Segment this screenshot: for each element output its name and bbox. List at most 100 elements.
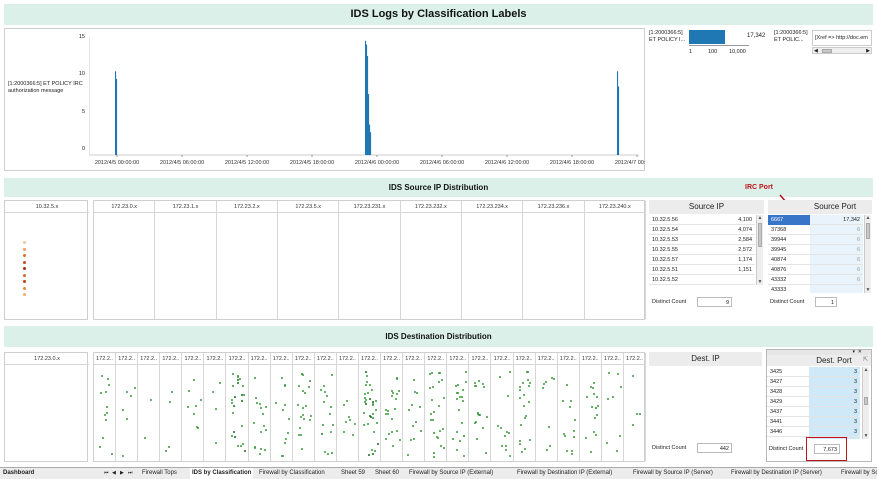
dest-port-list[interactable]: 3425 3 3427 3 3428 3 3429 3 3437 3 3441 3 3446 3 [767, 367, 860, 439]
scroll-left-icon[interactable]: ◀ [814, 48, 818, 54]
subnet-column[interactable] [271, 365, 293, 461]
subnet-column[interactable] [337, 365, 359, 461]
popout-icon[interactable]: ⇱ [863, 355, 868, 366]
subnet-column[interactable] [138, 365, 161, 461]
subnet-column[interactable] [155, 213, 217, 319]
tab-nav-icon[interactable]: ⏮ [104, 468, 109, 479]
subnet-column[interactable] [278, 213, 340, 319]
tab-nav-icon[interactable]: ⏭ [128, 468, 133, 479]
subnet-column[interactable] [447, 365, 470, 461]
tab-nav-icon[interactable]: ▶ [120, 468, 124, 479]
subnet-column[interactable] [226, 365, 249, 461]
subnet-column[interactable] [249, 365, 271, 461]
source-ip-list[interactable]: 10.32.5.56 4,100 10.32.5.54 4,074 10.32.5.53… [649, 215, 755, 285]
subnet-column[interactable] [217, 213, 278, 319]
list-item[interactable]: 3429 3 [767, 397, 860, 407]
scroll-down-icon[interactable]: ▼ [865, 287, 871, 293]
subnet-column[interactable] [491, 365, 514, 461]
dashboard-tab[interactable]: Dashboard [3, 468, 34, 479]
list-item[interactable]: 6667 17,342 [768, 215, 863, 225]
sheet-tab[interactable]: Sheet 59 [339, 468, 367, 479]
subnet-column[interactable] [94, 365, 117, 461]
subnet-column[interactable] [401, 213, 462, 319]
subnet-column[interactable] [585, 213, 646, 319]
scroll-down-icon[interactable]: ▼ [863, 433, 869, 439]
sheet-tab[interactable]: Firewall by Source IP [839, 468, 877, 479]
source-ip-scrollbar[interactable]: ▲ ▼ [756, 215, 763, 285]
list-item[interactable]: 40876 6 [768, 265, 863, 275]
subnet-column[interactable] [462, 213, 524, 319]
dest-dot [214, 408, 217, 411]
list-item[interactable]: 10.32.5.52 [649, 275, 755, 285]
subnet-column[interactable] [403, 365, 426, 461]
source-port-list[interactable]: 6667 17,342 37368 6 39944 6 39945 6 40874 6 40876 6… [768, 215, 863, 293]
dest-dot [522, 405, 525, 408]
subnet-column[interactable] [204, 365, 227, 461]
subnet-column[interactable] [339, 213, 401, 319]
subnet-column[interactable] [514, 365, 536, 461]
list-item[interactable]: 3437 3 [767, 407, 860, 417]
subnet-header: 172.2.. [557, 353, 580, 365]
sheet-tab[interactable]: Firewall Tops [140, 468, 179, 479]
summary-bar[interactable] [689, 30, 725, 44]
list-item[interactable]: 3446 3 [767, 427, 860, 437]
subnet-column[interactable] [94, 213, 156, 319]
scroll-thumb[interactable] [822, 49, 832, 53]
timeline-chart[interactable]: 2012/4/5 00:00:00 2012/4/5 06:00:00 2012/4… [89, 29, 645, 171]
dest-dot [571, 450, 574, 452]
source-port-scrollbar[interactable]: ▲ ▼ [864, 215, 871, 293]
list-item[interactable]: 37368 6 [768, 225, 863, 235]
detail-hscrollbar[interactable]: ◀ ▶ [812, 47, 872, 54]
subnet-column[interactable] [602, 365, 624, 461]
list-item[interactable]: 10.32.5.54 4,074 [649, 225, 755, 235]
list-item[interactable]: 40874 6 [768, 255, 863, 265]
list-item[interactable]: 43332 6 [768, 275, 863, 285]
subnet-column[interactable] [469, 365, 492, 461]
dest-dot [281, 408, 284, 411]
sheet-tab[interactable]: Firewall by Classification [257, 468, 327, 479]
list-item[interactable]: 3425 3 [767, 367, 860, 377]
list-item[interactable]: 3441 3 [767, 417, 860, 427]
dest-port-scrollbar[interactable]: ▲ ▼ [862, 367, 869, 439]
sheet-tab[interactable]: Firewall by Destination IP (External) [515, 468, 614, 479]
subnet-column[interactable] [425, 365, 448, 461]
list-item-key: 3425 [770, 369, 783, 375]
list-item[interactable]: 39944 6 [768, 235, 863, 245]
dest-dot [509, 371, 512, 374]
subnet-column[interactable] [116, 365, 139, 461]
list-item[interactable]: 10.32.5.56 4,100 [649, 215, 755, 225]
scroll-up-icon[interactable]: ▲ [863, 367, 869, 373]
scroll-up-icon[interactable]: ▲ [757, 215, 763, 221]
subnet-column[interactable] [624, 365, 646, 461]
list-item[interactable]: 43333 [768, 285, 863, 293]
subnet-column[interactable] [580, 365, 602, 461]
list-item[interactable]: 10.32.5.51 1,151 [649, 265, 755, 275]
sheet-tab[interactable]: Firewall by Source IP (External) [407, 468, 495, 479]
list-item[interactable]: 39945 6 [768, 245, 863, 255]
list-item[interactable]: 3428 3 [767, 387, 860, 397]
subnet-column[interactable] [160, 365, 183, 461]
scroll-thumb[interactable] [866, 223, 870, 239]
scroll-thumb[interactable] [758, 223, 762, 247]
tab-nav-icon[interactable]: ◀ [112, 468, 116, 479]
scroll-thumb[interactable] [864, 397, 868, 405]
list-item[interactable]: 10.32.5.57 1,174 [649, 255, 755, 265]
list-item[interactable]: 3427 3 [767, 377, 860, 387]
subnet-column[interactable] [536, 365, 558, 461]
scroll-up-icon[interactable]: ▲ [865, 215, 871, 221]
subnet-column[interactable] [523, 213, 585, 319]
sheet-tab[interactable]: Sheet 60 [373, 468, 401, 479]
subnet-column[interactable] [558, 365, 580, 461]
scroll-down-icon[interactable]: ▼ [757, 279, 763, 285]
subnet-column[interactable] [182, 365, 205, 461]
subnet-column[interactable] [381, 365, 404, 461]
subnet-column[interactable] [315, 365, 337, 461]
sheet-tab[interactable]: Firewall by Destination IP (Server) [729, 468, 824, 479]
scroll-right-icon[interactable]: ▶ [866, 48, 870, 54]
list-item[interactable]: 10.32.5.53 2,584 [649, 235, 755, 245]
list-item[interactable]: 10.32.5.55 2,572 [649, 245, 755, 255]
subnet-column[interactable] [293, 365, 315, 461]
subnet-column[interactable] [359, 365, 382, 461]
sheet-tab[interactable]: Firewall by Source IP (Server) [631, 468, 715, 479]
sheet-tab[interactable]: IDS by Classification [190, 468, 254, 479]
